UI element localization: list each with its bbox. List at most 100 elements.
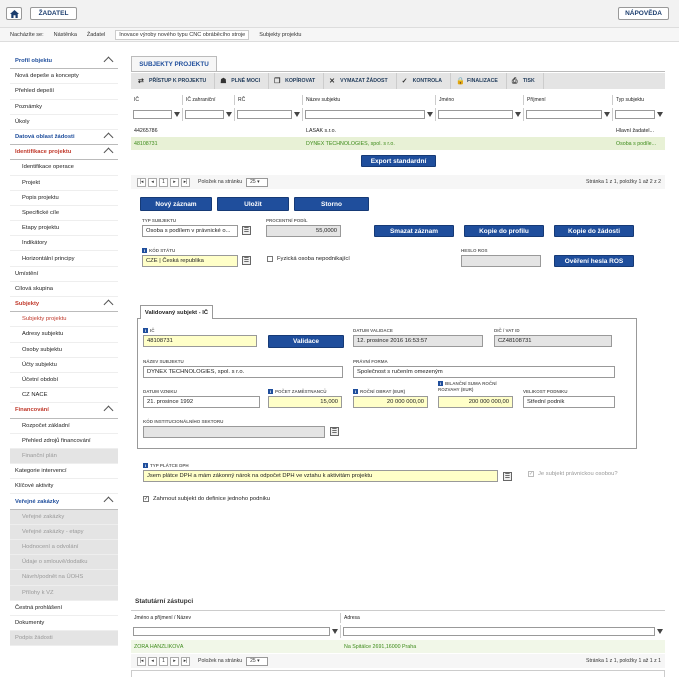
sidebar-item[interactable]: Nová depeše a koncepty — [10, 69, 118, 85]
breadcrumb-item-project[interactable]: Inovace výroby nového typu CNC obráběcíh… — [115, 29, 250, 40]
filter-icon[interactable] — [174, 112, 180, 117]
filter-icon[interactable] — [657, 629, 663, 634]
col-rc[interactable]: RČ — [235, 95, 303, 105]
kod-inst-sektoru-field[interactable] — [143, 426, 325, 438]
sidebar-item[interactable]: Úkoly — [10, 115, 118, 130]
next-page-button[interactable]: ▸ — [170, 656, 179, 666]
chevron-up-icon[interactable] — [103, 56, 114, 67]
nazev-subjektu-field[interactable]: DYNEX TECHNOLOGIES, spol. s r.o. — [143, 366, 343, 378]
filter-typ[interactable] — [613, 108, 665, 121]
copy-profile-button[interactable]: Kopie do profilu — [464, 225, 544, 237]
datum-vzniku-field[interactable]: 21. prosince 1992 — [143, 396, 260, 408]
sidebar-item[interactable]: Veřejné zakázky — [10, 494, 118, 510]
save-button[interactable]: Uložit — [217, 197, 289, 211]
sidebar-item[interactable]: Etapy projektu — [10, 221, 118, 237]
per-page-select[interactable]: 25 ▾ — [246, 177, 269, 187]
toolbar-button[interactable]: ❐ KOPÍROVAT — [269, 73, 325, 89]
filter-jmeno-nazev[interactable] — [131, 625, 341, 638]
sidebar-item[interactable]: Osoby subjektu — [10, 343, 118, 358]
filter-adresa[interactable] — [341, 625, 665, 638]
sidebar-item[interactable]: Financování — [10, 403, 118, 419]
filter-ic-zahr[interactable] — [183, 108, 235, 121]
zadatel-button[interactable]: ŽADATEL — [30, 7, 77, 20]
first-page-button[interactable]: |◂ — [137, 177, 146, 187]
table-row-selected[interactable]: 48108731 DYNEX TECHNOLOGIES, spol. s r.o.… — [131, 137, 665, 150]
pravnicka-osoba-checkbox[interactable]: ✓ Je subjekt právnickou osobou? — [528, 471, 618, 477]
sidebar-item[interactable]: Účty subjektu — [10, 358, 118, 373]
fyzicka-osoba-checkbox[interactable]: Fyzická osoba nepodnikající — [267, 256, 350, 262]
col-ic[interactable]: IČ — [131, 95, 183, 105]
sidebar-item[interactable]: Umístění — [10, 267, 118, 282]
filter-prijmeni[interactable] — [524, 108, 613, 121]
sidebar-item[interactable]: Veřejné zakázky - etapy — [10, 524, 118, 540]
sidebar-item[interactable]: Klíčové aktivity — [10, 479, 118, 495]
sidebar-item[interactable]: Rozpočet základní — [10, 419, 118, 434]
sidebar-item[interactable]: Přehled zdrojů financování — [10, 434, 118, 449]
chevron-up-icon[interactable] — [103, 299, 114, 310]
sidebar-item[interactable]: Indikátory — [10, 236, 118, 252]
col-adresa[interactable]: Adresa — [341, 613, 665, 623]
filter-icon[interactable] — [657, 112, 663, 117]
heslo-ros-field[interactable] — [461, 255, 541, 267]
next-page-button[interactable]: ▸ — [170, 177, 179, 187]
prev-page-button[interactable]: ◂ — [148, 656, 157, 666]
sidebar-item[interactable]: Dokumenty — [10, 616, 118, 632]
sidebar-item[interactable]: Projekt — [10, 176, 118, 191]
zahrnout-subjekt-checkbox[interactable]: ✓ Zahrnout subjekt do definice jednoho po… — [143, 496, 270, 502]
filter-icon[interactable] — [604, 112, 610, 117]
breadcrumb-item-nastenka[interactable]: Nástěnka — [54, 32, 77, 38]
sidebar-item[interactable]: Specifické cíle — [10, 206, 118, 222]
sidebar-item[interactable]: Přehled depeší — [10, 84, 118, 100]
table-row[interactable]: 44265786 LASAK s.r.o. Hlavní žadatel... — [131, 124, 665, 137]
filter-rc[interactable] — [235, 108, 303, 121]
delete-record-button[interactable]: Smazat záznam — [374, 225, 454, 237]
sidebar-item[interactable]: Podpis žádosti — [10, 631, 118, 647]
ic-field[interactable]: 48108731 — [143, 335, 257, 347]
datum-validace-field[interactable]: 12. prosince 2016 16:53:57 — [353, 335, 483, 347]
cancel-button[interactable]: Storno — [294, 197, 369, 211]
toolbar-button[interactable]: ✕ VYMAZAT ŽÁDOST — [324, 73, 397, 89]
chevron-up-icon[interactable] — [103, 405, 114, 416]
toolbar-button[interactable]: 🔒 FINALIZACE — [451, 73, 507, 89]
dic-field[interactable]: CZ48108731 — [494, 335, 612, 347]
toolbar-button[interactable]: ☗ PLNÉ MOCI — [215, 73, 270, 89]
sidebar-item[interactable]: Datová oblast žádosti — [10, 130, 118, 146]
first-page-button[interactable]: |◂ — [137, 656, 146, 666]
prev-page-button[interactable]: ◂ — [148, 177, 157, 187]
pravni-forma-field[interactable]: Společnost s ručením omezeným — [353, 366, 615, 378]
col-typ[interactable]: Typ subjektu — [613, 95, 665, 105]
sidebar-item[interactable]: Profil objektu — [10, 54, 118, 70]
pocet-zamestnancu-field[interactable]: 15,000 — [268, 396, 342, 408]
toolbar-button[interactable]: ⇄ PŘÍSTUP K PROJEKTU — [133, 73, 216, 89]
list-icon[interactable]: ☰ — [330, 427, 339, 436]
filter-icon[interactable] — [294, 112, 300, 117]
sidebar-item[interactable]: Finanční plán — [10, 448, 118, 465]
sidebar-item[interactable]: Účetní období — [10, 373, 118, 389]
sidebar-item[interactable]: Subjekty projektu — [10, 312, 118, 328]
filter-icon[interactable] — [332, 629, 338, 634]
tab-validovany-subjekt[interactable]: Validovaný subjekt - IČ — [140, 305, 213, 319]
tab-subjekty-projektu[interactable]: SUBJEKTY PROJEKTU — [131, 56, 217, 71]
last-page-button[interactable]: ▸| — [181, 656, 190, 666]
sidebar-item[interactable]: Adresy subjektu — [10, 327, 118, 343]
sidebar-item[interactable]: Identifikace operace — [10, 160, 118, 176]
list-icon[interactable]: ☰ — [503, 472, 512, 481]
typ-subjektu-field[interactable]: Osoba s podílem v právnické o... — [142, 225, 238, 237]
col-jmeno-nazev[interactable]: Jméno a příjmení / Název — [131, 613, 341, 623]
sidebar-item[interactable]: Údaje o smlouvě/dodatku — [10, 555, 118, 571]
table-row[interactable]: ZORA HANZLÍKOVÁ Na Špitálce 2691,16000 Pr… — [131, 640, 665, 653]
sidebar-item[interactable]: Popis projektu — [10, 191, 118, 206]
sidebar-item[interactable]: Veřejné zakázky — [10, 509, 118, 525]
velikost-podniku-field[interactable]: Střední podnik — [523, 396, 615, 408]
per-page-select[interactable]: 25 ▾ — [246, 656, 269, 666]
filter-nazev[interactable] — [303, 108, 436, 121]
filter-icon[interactable] — [427, 112, 433, 117]
list-icon[interactable]: ☰ — [242, 226, 251, 235]
filter-icon[interactable] — [515, 112, 521, 117]
col-prijmeni[interactable]: Příjmení — [524, 95, 613, 105]
home-button[interactable] — [6, 7, 22, 20]
sidebar-item[interactable]: Hodnocení a odvolání — [10, 540, 118, 556]
copy-request-button[interactable]: Kopie do žádosti — [554, 225, 634, 237]
filter-jmeno[interactable] — [436, 108, 524, 121]
rocni-obrat-field[interactable]: 20 000 000,00 — [353, 396, 428, 408]
